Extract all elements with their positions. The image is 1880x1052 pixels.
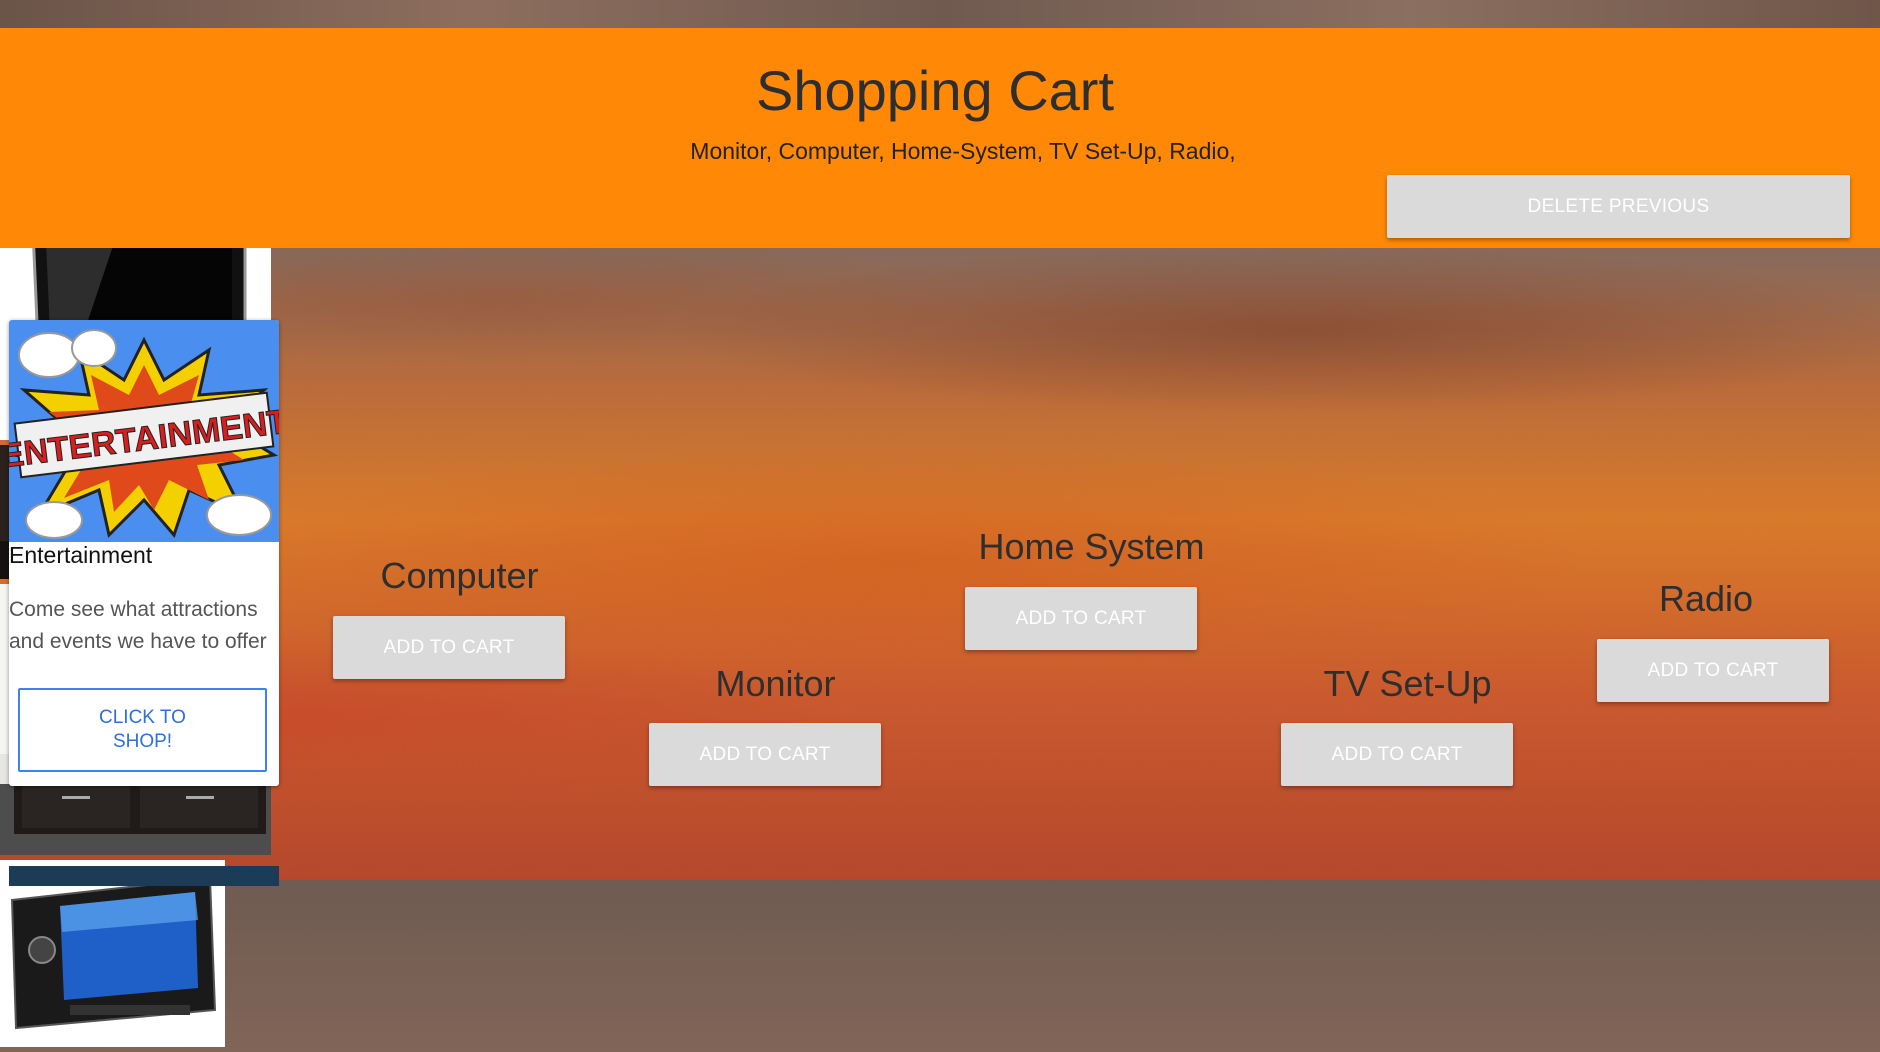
product-name-monitor: Monitor xyxy=(715,663,836,704)
product-name-home-system: Home System xyxy=(978,526,1205,567)
promo-description: Come see what attractions and events we … xyxy=(9,598,267,653)
car-radio-image xyxy=(0,860,225,1047)
page-title: Shopping Cart xyxy=(755,59,1114,122)
add-to-cart-radio-button[interactable]: ADD TO CART xyxy=(1597,639,1829,702)
product-name-tv-setup: TV Set-Up xyxy=(1323,663,1492,704)
background-strip xyxy=(0,0,1880,28)
add-to-cart-monitor-button[interactable]: ADD TO CART xyxy=(649,723,881,786)
entertainment-image: ENTERTAINMENT xyxy=(9,320,279,542)
add-to-cart-tv-setup-button[interactable]: ADD TO CART xyxy=(1281,723,1513,786)
product-tv-setup: TV Set-Up ADD TO CART xyxy=(0,584,1880,860)
click-to-shop-button[interactable]: CLICK TO SHOP! xyxy=(18,688,267,772)
promo-title: Entertainment xyxy=(9,542,153,568)
product-radio: Radio ADD TO CART xyxy=(0,578,1880,1052)
entertainment-card: ENTERTAINMENT Entertainment Come see wha… xyxy=(9,320,279,786)
second-promo-card xyxy=(9,866,279,886)
product-name-computer: Computer xyxy=(380,555,539,596)
product-home-system: Home System ADD TO CART xyxy=(0,445,1880,650)
add-to-cart-home-system-button[interactable]: ADD TO CART xyxy=(965,587,1197,650)
click-to-shop-label: CLICK TO SHOP! xyxy=(99,707,186,752)
add-to-cart-computer-button[interactable]: ADD TO CART xyxy=(333,616,565,679)
cart-contents: Monitor, Computer, Home-System, TV Set-U… xyxy=(690,138,1236,164)
product-name-radio: Radio xyxy=(1658,578,1754,619)
delete-previous-button[interactable]: DELETE PREVIOUS xyxy=(1387,175,1850,238)
